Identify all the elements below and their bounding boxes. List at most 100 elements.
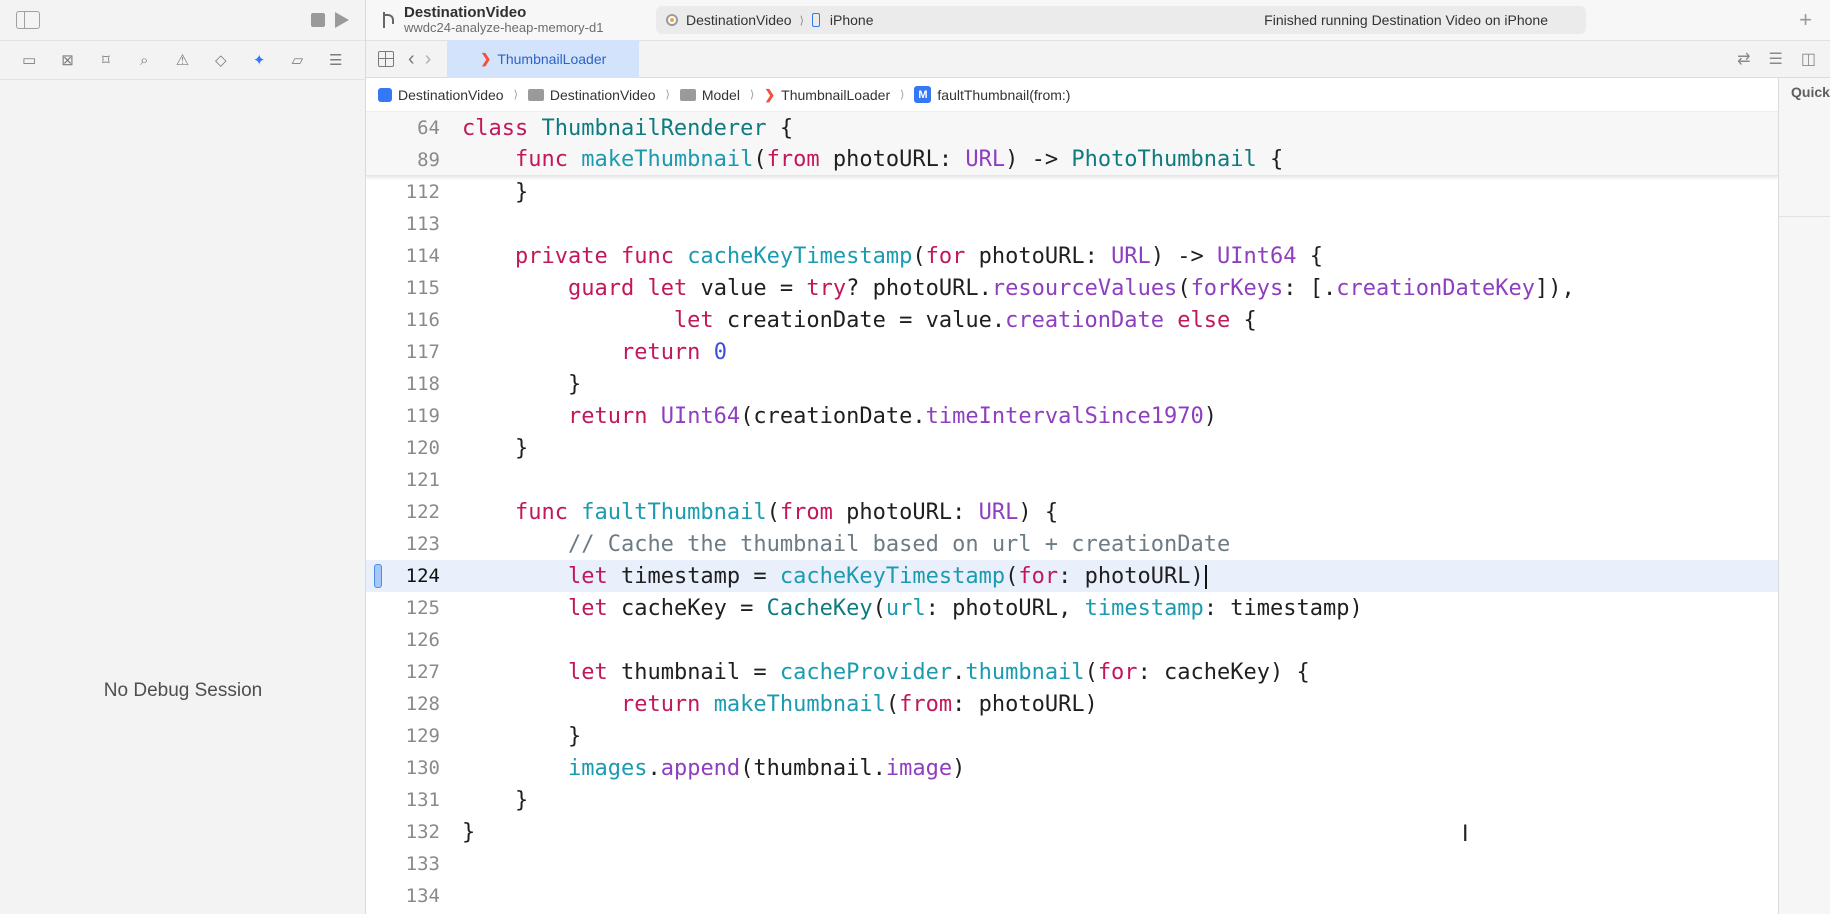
add-editor-icon[interactable]: ◫ bbox=[1801, 49, 1816, 69]
code-line[interactable]: 134 bbox=[366, 880, 1778, 912]
code-line[interactable]: 133 bbox=[366, 848, 1778, 880]
code-line[interactable]: 119 return UInt64(creationDate.timeInter… bbox=[366, 400, 1778, 432]
breadcrumb-group[interactable]: DestinationVideo bbox=[527, 87, 656, 103]
code-line[interactable]: 129 } bbox=[366, 720, 1778, 752]
tab-thumbnail-loader[interactable]: ❯ ThumbnailLoader bbox=[447, 40, 640, 78]
project-navigator-icon[interactable]: ▭ bbox=[20, 51, 38, 69]
run-icon[interactable] bbox=[335, 12, 349, 28]
code-text: } bbox=[462, 372, 581, 397]
scheme-selector[interactable]: DestinationVideo bbox=[686, 12, 792, 28]
related-items-icon[interactable] bbox=[378, 51, 394, 67]
code-line[interactable]: 121 bbox=[366, 464, 1778, 496]
report-navigator-icon[interactable]: ☰ bbox=[327, 51, 345, 69]
source-control-navigator-icon[interactable]: ⊠ bbox=[58, 51, 76, 69]
scheme-icon bbox=[666, 14, 678, 26]
code-line[interactable]: 120 } bbox=[366, 432, 1778, 464]
code-line[interactable]: 113 bbox=[366, 208, 1778, 240]
line-number: 125 bbox=[405, 597, 440, 619]
debug-navigator: ▭ ⊠ ⌑ ⌕ ⚠ ◇ ✦ ▱ ☰ No Debug Session bbox=[0, 0, 366, 914]
stop-icon[interactable] bbox=[311, 13, 325, 27]
code-token: ( bbox=[1177, 275, 1191, 301]
code-token: class bbox=[462, 115, 529, 141]
code-line[interactable]: 112 } bbox=[366, 176, 1778, 208]
branch-icon bbox=[378, 9, 396, 31]
code-token: from bbox=[899, 691, 953, 717]
code-token: faultThumbnail bbox=[581, 499, 767, 525]
code-line[interactable]: 115 guard let value = try? photoURL.reso… bbox=[366, 272, 1778, 304]
forward-icon[interactable]: › bbox=[425, 48, 432, 71]
code-token: photoURL: bbox=[819, 147, 966, 172]
folder-icon bbox=[679, 88, 696, 101]
issue-navigator-icon[interactable]: ⚠ bbox=[173, 51, 191, 69]
code-line[interactable]: 118 } bbox=[366, 368, 1778, 400]
code-line[interactable]: 117 return 0 bbox=[366, 336, 1778, 368]
code-token: } bbox=[462, 435, 529, 461]
code-line[interactable]: 126 bbox=[366, 624, 1778, 656]
line-number: 116 bbox=[405, 309, 440, 331]
code-line[interactable]: 125 let cacheKey = CacheKey(url: photoUR… bbox=[366, 592, 1778, 624]
swap-icon[interactable]: ⇄ bbox=[1737, 49, 1750, 69]
find-navigator-icon[interactable]: ⌕ bbox=[135, 51, 153, 69]
editor-options-icon[interactable]: ☰ bbox=[1769, 49, 1783, 69]
code-token: ThumbnailRenderer bbox=[541, 115, 767, 141]
source-editor[interactable]: 64 class ThumbnailRenderer {89 func makeT… bbox=[366, 112, 1778, 914]
breadcrumb-model[interactable]: Model bbox=[679, 87, 740, 103]
code-line[interactable]: 131 } bbox=[366, 784, 1778, 816]
editor-options: ⇄ ☰ ◫ bbox=[1737, 49, 1816, 69]
breakpoint-navigator-icon[interactable]: ▱ bbox=[288, 51, 306, 69]
code-line[interactable]: 122 func faultThumbnail(from photoURL: U… bbox=[366, 496, 1778, 528]
code-line[interactable]: 132} bbox=[366, 816, 1778, 848]
code-line[interactable]: 89 func makeThumbnail(from photoURL: URL… bbox=[366, 144, 1778, 176]
code-token: return bbox=[620, 691, 701, 717]
code-token: } bbox=[462, 787, 529, 813]
code-token: let bbox=[567, 563, 608, 589]
bookmark-navigator-icon[interactable]: ⌑ bbox=[97, 51, 115, 69]
device-selector[interactable]: iPhone bbox=[830, 12, 874, 28]
code-token: URL bbox=[965, 147, 1006, 172]
code-line[interactable]: 128 return makeThumbnail(from: photoURL) bbox=[366, 688, 1778, 720]
code-token: ( bbox=[753, 147, 767, 172]
code-line[interactable]: 123 // Cache the thumbnail based on url … bbox=[366, 528, 1778, 560]
code-token: PhotoThumbnail bbox=[1071, 147, 1257, 172]
code-line[interactable]: 116 let creationDate = value.creationDat… bbox=[366, 304, 1778, 336]
back-icon[interactable]: ‹ bbox=[408, 48, 415, 71]
breadcrumb-project[interactable]: DestinationVideo bbox=[378, 87, 504, 103]
code-line[interactable]: 130 images.append(thumbnail.image) bbox=[366, 752, 1778, 784]
code-token: let bbox=[567, 659, 608, 685]
editor-tab-bar: ‹ › ❯ ThumbnailLoader ⇄ ☰ ◫ bbox=[366, 40, 1830, 78]
code-token: guard bbox=[567, 275, 635, 301]
sidebar-toggle-icon[interactable] bbox=[16, 11, 40, 29]
code-line[interactable]: 127 let thumbnail = cacheProvider.thumbn… bbox=[366, 656, 1778, 688]
breadcrumb-separator: ⟩ bbox=[900, 89, 905, 101]
swift-file-icon: ❯ bbox=[764, 86, 776, 102]
text-cursor-ibeam-icon: I bbox=[1462, 822, 1469, 847]
breadcrumb-file[interactable]: ❯ ThumbnailLoader bbox=[764, 87, 890, 103]
tab-label: ThumbnailLoader bbox=[497, 51, 607, 67]
code-lines: 64 class ThumbnailRenderer {89 func makeT… bbox=[366, 112, 1778, 912]
test-navigator-icon[interactable]: ◇ bbox=[212, 51, 230, 69]
code-text: } bbox=[462, 724, 581, 749]
line-number: 128 bbox=[405, 693, 440, 715]
folder-icon bbox=[527, 88, 544, 101]
add-button[interactable]: + bbox=[1799, 7, 1812, 33]
code-token: ( bbox=[872, 595, 886, 621]
code-token: ]), bbox=[1534, 275, 1575, 301]
debug-navigator-icon[interactable]: ✦ bbox=[250, 51, 268, 69]
code-token: makeThumbnail bbox=[581, 147, 754, 172]
code-token: cacheKeyTimestamp bbox=[779, 563, 1006, 589]
navigator-selector-bar: ▭ ⊠ ⌑ ⌕ ⚠ ◇ ✦ ▱ ☰ bbox=[0, 40, 365, 80]
project-info[interactable]: DestinationVideo wwdc24-analyze-heap-mem… bbox=[404, 4, 603, 36]
code-token: : photoURL) bbox=[952, 691, 1098, 717]
code-line[interactable]: 64 class ThumbnailRenderer { bbox=[366, 112, 1778, 144]
code-line[interactable]: 114 private func cacheKeyTimestamp(for p… bbox=[366, 240, 1778, 272]
code-token: (thumbnail. bbox=[740, 755, 886, 781]
code-text: func makeThumbnail(from photoURL: URL) -… bbox=[462, 147, 1283, 172]
code-token: . bbox=[952, 659, 966, 685]
code-token: thumbnail bbox=[965, 659, 1085, 685]
method-icon: M bbox=[914, 86, 932, 103]
code-line[interactable]: 124 let timestamp = cacheKeyTimestamp(fo… bbox=[366, 560, 1778, 592]
breadcrumb-method[interactable]: M faultThumbnail(from:) bbox=[914, 86, 1070, 103]
